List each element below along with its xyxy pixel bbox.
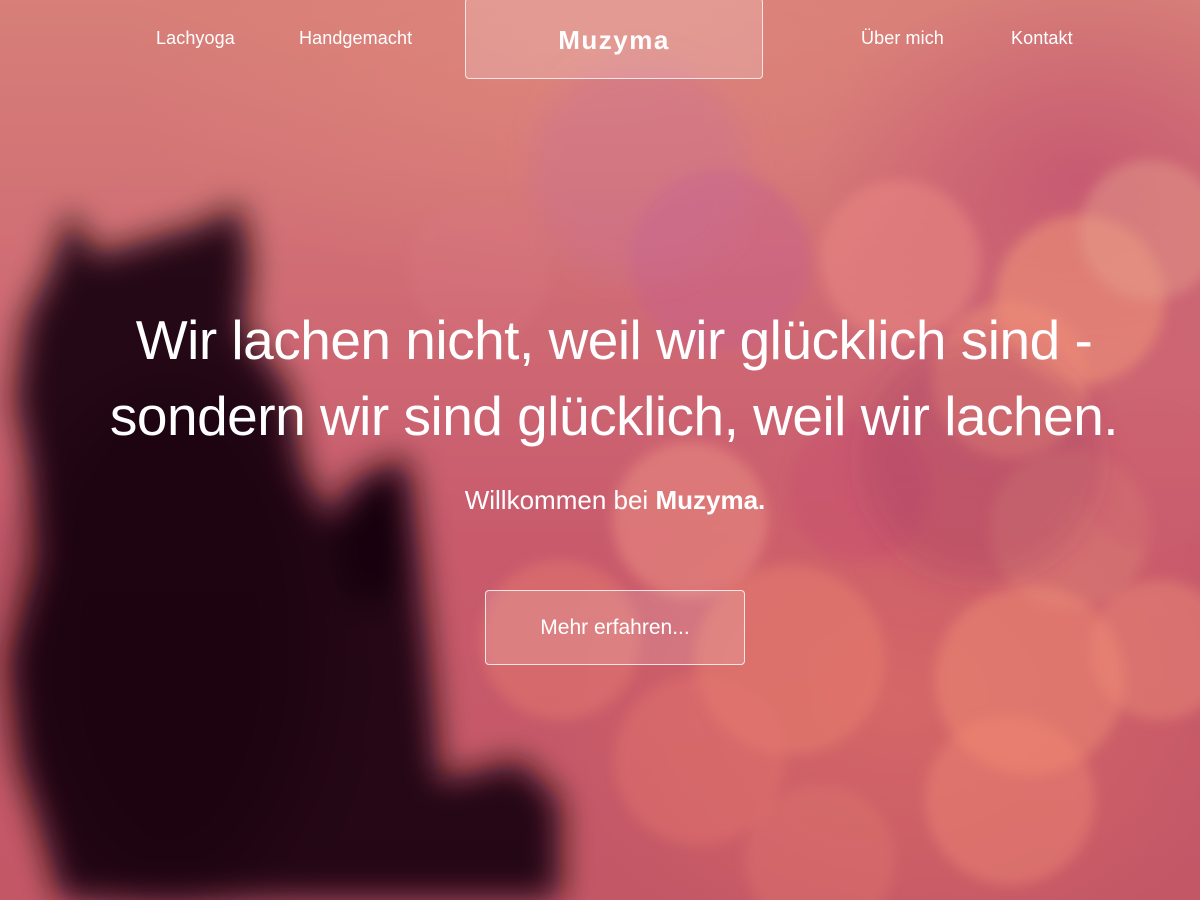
nav-link-handgemacht[interactable]: Handgemacht bbox=[299, 28, 412, 49]
hero-headline: Wir lachen nicht, weil wir glücklich sin… bbox=[0, 302, 1200, 454]
nav-link-kontakt[interactable]: Kontakt bbox=[1011, 28, 1073, 49]
learn-more-button[interactable]: Mehr erfahren... bbox=[485, 590, 745, 665]
welcome-text: Willkommen bei Muzyma. bbox=[0, 485, 1200, 516]
welcome-prefix: Willkommen bei bbox=[464, 485, 649, 515]
hero-headline-line-2: sondern wir sind glücklich, weil wir lac… bbox=[109, 385, 1119, 447]
hero-headline-line-1: Wir lachen nicht, weil wir glücklich sin… bbox=[135, 309, 1093, 371]
welcome-brand: Muzyma. bbox=[655, 485, 766, 515]
main-navigation: Lachyoga Handgemacht Muzyma Über mich Ko… bbox=[0, 0, 1200, 82]
nav-link-ueber-mich[interactable]: Über mich bbox=[861, 28, 944, 49]
learn-more-label: Mehr erfahren... bbox=[540, 615, 690, 639]
nav-link-lachyoga[interactable]: Lachyoga bbox=[156, 28, 235, 49]
brand-logo-button[interactable]: Muzyma bbox=[465, 0, 763, 79]
brand-name: Muzyma bbox=[558, 25, 670, 55]
